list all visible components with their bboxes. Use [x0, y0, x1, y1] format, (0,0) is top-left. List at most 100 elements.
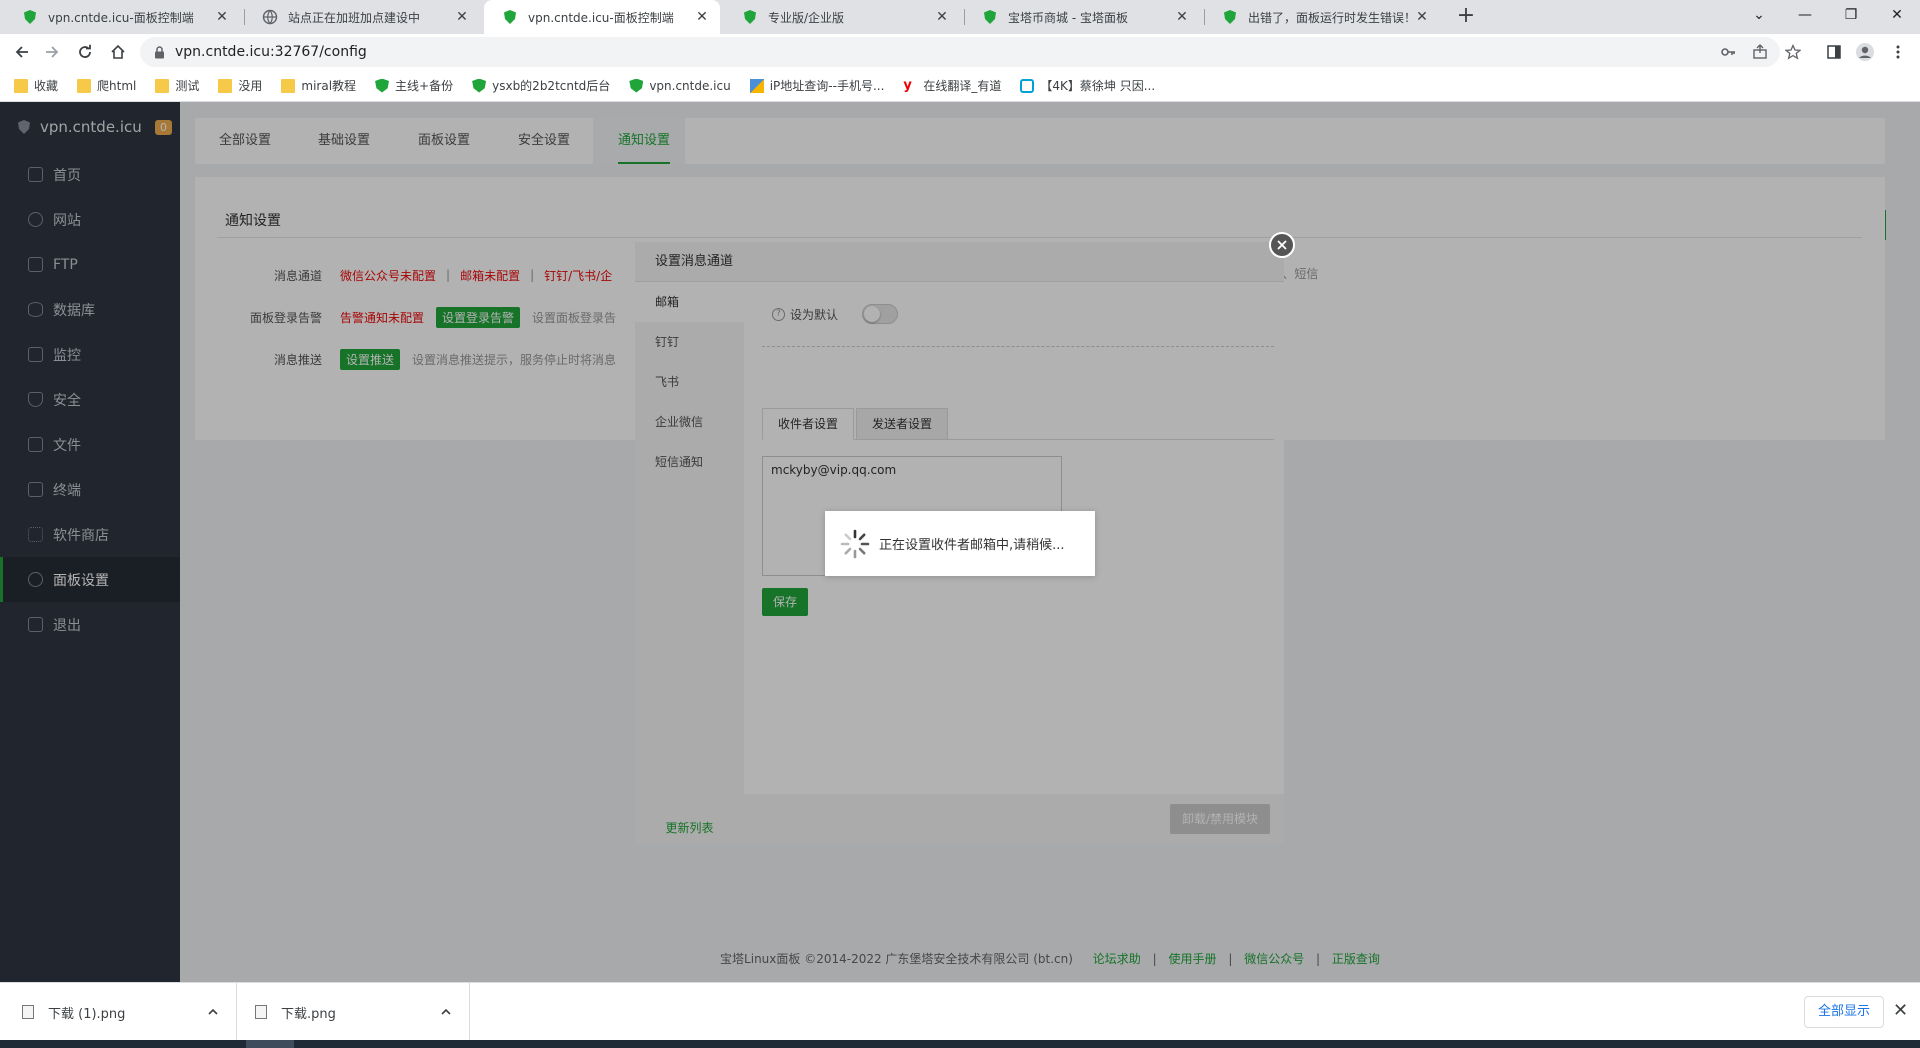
baota-shield-icon [24, 10, 36, 24]
browser-tab-title: 出错了，面板运行时发生错误！ [1248, 10, 1414, 25]
address-bar[interactable]: vpn.cntde.icu:32767/config [140, 37, 1780, 67]
tab-close-icon[interactable]: ✕ [1414, 9, 1430, 25]
browser-tab-active[interactable]: vpn.cntde.icu-面板控制端 ✕ [484, 0, 720, 34]
home-button[interactable] [106, 40, 130, 64]
tab-close-icon[interactable]: ✕ [1174, 9, 1190, 25]
folder-icon [155, 78, 170, 93]
tab-close-icon[interactable]: ✕ [694, 9, 710, 25]
bookmark-item[interactable]: miral教程 [281, 77, 356, 94]
bookmark-label: miral教程 [301, 79, 357, 93]
bookmark-label: vpn.cntde.icu [649, 78, 731, 93]
baota-shield-icon [744, 10, 756, 24]
bookmark-star-icon[interactable] [1783, 42, 1803, 62]
baota-shield-icon [1224, 10, 1236, 24]
globe-icon [262, 9, 278, 25]
download-item[interactable]: 下载.png [255, 983, 451, 1041]
bookmark-item[interactable]: 没用 [218, 77, 262, 94]
browser-tab[interactable]: 站点正在加班加点建设中 ✕ [244, 0, 480, 34]
bookmark-label: 收藏 [34, 79, 59, 93]
tab-close-icon[interactable]: ✕ [454, 9, 470, 25]
browser-tab[interactable]: 专业版/企业版 ✕ [724, 0, 960, 34]
browser-tab-title: 宝塔币商城 - 宝塔面板 [1008, 10, 1128, 25]
folder-icon [218, 78, 233, 93]
youdao-icon: y [903, 77, 912, 93]
folder-icon [77, 78, 92, 93]
back-arrow-icon [15, 46, 28, 58]
dialog-close-button[interactable] [1269, 232, 1295, 258]
folder-icon [281, 78, 296, 93]
browser-tab-strip: vpn.cntde.icu-面板控制端 ✕ 站点正在加班加点建设中 ✕ vpn.… [0, 0, 1920, 34]
bookmark-item[interactable]: 主线+备份 [375, 77, 453, 94]
tab-search-chevron-icon[interactable]: ⌄ [1736, 0, 1782, 30]
bookmark-item[interactable]: 爬html [77, 77, 136, 94]
bookmark-label: 在线翻译_有道 [923, 79, 1002, 93]
browser-tab-title: 站点正在加班加点建设中 [288, 10, 421, 25]
download-filename: 下载.png [281, 1006, 336, 1022]
download-item[interactable]: 下载 (1).png [22, 983, 218, 1041]
page-content: vpn.cntde.icu 0 首页 网站 FTP 数据库 监控 安全 文件 终… [0, 102, 1920, 982]
tab-close-icon[interactable]: ✕ [214, 9, 230, 25]
minimize-icon[interactable]: — [1782, 0, 1828, 30]
share-icon[interactable] [1750, 42, 1770, 62]
browser-tab-title: vpn.cntde.icu-面板控制端 [48, 10, 194, 25]
bookmark-label: 【4K】蔡徐坤 只因... [1040, 79, 1156, 93]
forward-arrow-icon [46, 46, 59, 58]
loading-text: 正在设置收件者邮箱中,请稍候... [879, 538, 1065, 553]
show-all-downloads-button[interactable]: 全部显示 [1804, 996, 1884, 1028]
folder-icon [14, 78, 28, 93]
chevron-up-icon[interactable] [208, 1008, 218, 1016]
lock-icon [155, 45, 164, 58]
new-tab-button[interactable]: + [1453, 4, 1479, 30]
bookmark-label: 测试 [175, 79, 200, 93]
ip-lookup-icon [749, 78, 764, 93]
taskbar-active-app[interactable] [246, 1040, 294, 1048]
window-close-icon[interactable]: ✕ [1874, 0, 1920, 30]
key-icon[interactable] [1718, 42, 1738, 62]
bilibili-icon [1020, 78, 1035, 93]
baota-shield-icon [984, 10, 996, 24]
os-taskbar [0, 1040, 1920, 1048]
reload-icon [79, 44, 91, 58]
bookmark-label: 爬html [97, 79, 137, 93]
browser-tab[interactable]: 宝塔币商城 - 宝塔面板 ✕ [964, 0, 1200, 34]
bookmark-label: iP地址查询--手机号... [769, 79, 885, 93]
reload-button[interactable] [73, 40, 97, 64]
loading-message: 正在设置收件者邮箱中,请稍候... [825, 511, 1095, 576]
baota-shield-icon [472, 78, 487, 93]
bookmark-item[interactable]: 【4K】蔡徐坤 只因... [1020, 77, 1155, 94]
browser-tab[interactable]: 出错了，面板运行时发生错误！ ✕ [1204, 0, 1440, 34]
browser-tab-title: 专业版/企业版 [768, 10, 845, 25]
bookmark-label: 没用 [238, 79, 263, 93]
bookmark-item[interactable]: 测试 [155, 77, 199, 94]
address-text: vpn.cntde.icu:32767/config [175, 44, 367, 60]
side-panel-icon[interactable] [1824, 42, 1844, 62]
bookmarks-bar: 收藏 爬html 测试 没用 miral教程 主线+备份 ysxb的2b2tcn… [0, 70, 1920, 102]
browser-tab[interactable]: vpn.cntde.icu-面板控制端 ✕ [4, 0, 240, 34]
bookmark-item[interactable]: ysxb的2b2tcntd后台 [472, 77, 610, 94]
profile-avatar-icon[interactable] [1855, 42, 1875, 62]
chevron-up-icon[interactable] [441, 1008, 451, 1016]
bookmark-item[interactable]: iP地址查询--手机号... [749, 77, 885, 94]
bookmark-item[interactable]: y 在线翻译_有道 [903, 77, 1001, 94]
spinner-icon [840, 529, 870, 558]
baota-shield-icon [504, 10, 516, 24]
bookmark-item[interactable]: 收藏 [14, 77, 58, 94]
baota-shield-icon [375, 78, 390, 93]
file-icon [255, 1005, 267, 1019]
download-filename: 下载 (1).png [48, 1006, 126, 1022]
baota-shield-icon [629, 78, 644, 93]
tab-close-icon[interactable]: ✕ [934, 9, 950, 25]
more-menu-icon[interactable] [1888, 42, 1908, 62]
restore-icon[interactable]: ❐ [1828, 0, 1874, 30]
close-icon [1277, 240, 1287, 250]
close-shelf-icon[interactable]: ✕ [1893, 1000, 1908, 1021]
browser-toolbar: vpn.cntde.icu:32767/config [0, 34, 1920, 70]
back-button[interactable] [10, 40, 34, 64]
download-separator [469, 983, 470, 1041]
bookmark-item[interactable]: vpn.cntde.icu [629, 78, 731, 93]
browser-tab-title: vpn.cntde.icu-面板控制端 [528, 10, 674, 25]
bookmark-label: ysxb的2b2tcntd后台 [492, 79, 611, 93]
forward-button[interactable] [40, 40, 64, 64]
download-separator [236, 983, 237, 1041]
bookmark-label: 主线+备份 [395, 79, 454, 93]
